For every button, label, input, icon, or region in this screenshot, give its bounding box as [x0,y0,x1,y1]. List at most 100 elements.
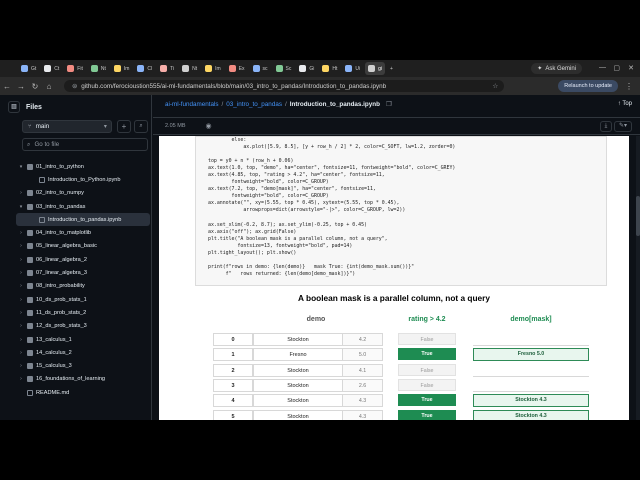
tree-file[interactable]: README.md [16,386,150,399]
tree-folder[interactable]: › 15_calculus_3 [16,359,150,372]
breadcrumb-repo[interactable]: ai-ml-fundamentals [165,101,219,108]
rating-cell: 5.0 [343,348,383,362]
tree-folder[interactable]: ▾ 03_intro_to_pandas [16,200,150,213]
browser-tab[interactable]: Ex [226,62,248,75]
tree-folder[interactable]: › 14_calculus_2 [16,346,150,359]
tab-label: Gt [31,65,37,72]
new-tab-button[interactable]: + [387,62,396,75]
browser-tab[interactable]: Fit [64,62,86,75]
branch-name: main [35,123,50,130]
tab-label: Cl [147,65,153,72]
browser-tab[interactable]: Im [111,62,133,75]
mask-flag-cell: False [398,333,456,345]
browser-tab[interactable]: Ti [157,62,177,75]
column-header-demo: demo [306,316,326,323]
chevron-right-icon: › [20,309,22,316]
browser-tab[interactable]: sc [250,62,271,75]
ask-gemini-label: Ask Gemini [545,65,576,72]
folder-icon [27,230,33,237]
tree-folder[interactable]: ▾ 01_intro_to_python [16,160,150,173]
branch-selector[interactable]: ⑂ main ▾ [22,120,112,133]
scrollbar[interactable] [636,136,640,420]
home-icon[interactable]: ⌂ [42,82,56,91]
rating-cell: 4.1 [343,363,383,377]
browser-tab[interactable]: Gi [296,62,317,75]
tab-favicon-icon [67,65,75,72]
add-file-button[interactable]: + [117,120,131,133]
tree-item-label: Introduction_to_pandas.ipynb [48,216,122,223]
forward-icon[interactable]: → [14,82,28,91]
go-to-file-input[interactable]: ⌕ Go to file [22,138,148,151]
code-line: ax.axis("off"); ax.grid(False) [208,228,297,235]
bookmark-star-icon[interactable]: ☆ [492,83,498,90]
browser-tab[interactable]: Cl [134,62,155,75]
browser-tab[interactable]: Im [202,62,224,75]
close-window-icon[interactable]: ✕ [628,64,634,72]
tab-label: Im [215,65,221,72]
tree-folder[interactable]: › 08_intro_probability [16,280,150,293]
row-index: 2 [213,363,253,377]
breadcrumb-file: Introduction_to_pandas.ipynb [289,101,380,108]
city-cell: Stockton [253,409,343,420]
chevron-right-icon: › [20,230,22,237]
copilot-icon[interactable]: ◉ [205,122,211,130]
code-text: else: ax.plot([5.9, 8.5], [y + row_h / 2… [196,137,606,278]
maximize-icon[interactable]: ▢ [613,64,620,72]
breadcrumb-folder[interactable]: 03_intro_to_pandas [226,101,282,108]
browser-tab[interactable]: gi [365,62,386,75]
tree-file[interactable]: Introduction_to_Python.ipynb [16,173,150,186]
row-index: 0 [213,333,253,346]
chevron-right-icon: › [20,349,22,356]
download-icon[interactable]: ⤓ [600,121,612,132]
copy-path-icon[interactable]: ❐ [386,101,392,108]
edit-pencil-icon[interactable]: ✎▾ [614,121,632,132]
relaunch-button[interactable]: Relaunch to update [558,80,618,92]
tree-folder[interactable]: › 16_foundations_of_learning [16,373,150,386]
back-icon[interactable]: ← [0,82,14,91]
tree-folder[interactable]: › 13_calculus_1 [16,333,150,346]
tree-folder[interactable]: › 07_linear_algebra_3 [16,266,150,279]
tab-favicon-icon [228,65,236,72]
column-header-rating: rating > 4.2 [408,316,446,323]
kebab-menu-icon[interactable]: ⋮ [622,82,636,91]
search-icon[interactable]: ⌕ [134,120,148,133]
tree-folder[interactable]: › 11_ds_prob_stats_2 [16,306,150,319]
address-bar[interactable]: ⊜ github.com/ferocioustion555/ai-ml-fund… [64,80,504,92]
scrollbar-thumb[interactable] [636,196,640,236]
tree-folder[interactable]: › 10_ds_prob_stats_1 [16,293,150,306]
browser-tab[interactable]: Ht [319,62,340,75]
files-title: Files [26,103,42,111]
arrow-up-icon: ↑ [617,101,621,107]
ask-gemini-button[interactable]: ✦ Ask Gemini [531,63,582,74]
browser-tab[interactable]: Nt [179,62,200,75]
browser-tab[interactable]: Sc [273,62,295,75]
tab-favicon-icon [252,65,260,72]
tab-favicon-icon [44,65,52,72]
tab-favicon-icon [299,65,307,72]
reload-icon[interactable]: ↻ [28,82,42,91]
browser-tab[interactable]: Ui [342,62,363,75]
minimize-icon[interactable]: — [599,64,606,71]
tree-folder[interactable]: › 02_intro_to_numpy [16,187,150,200]
browser-tab[interactable]: Nt [88,62,109,75]
tree-folder[interactable]: › 06_linear_algebra_2 [16,253,150,266]
code-line: fontweight="bold", color=C_GROUP) [208,179,329,186]
code-line: ax.text(1.0, top, "demo", ha="center", f… [208,165,456,172]
chevron-right-icon: › [20,336,22,343]
code-line: fontsize=13, fontweight="bold", pad=14) [208,242,353,249]
tree-folder[interactable]: › 04_intro_to_matplotlib [16,226,150,239]
tree-folder[interactable]: › 12_ds_prob_stats_3 [16,320,150,333]
tab-favicon-icon [205,65,213,72]
screen-frame: Gt Ct Fit Nt Im Cl Ti Nt Im Ex sc Sc Gi Ht Ui gi + ✦ As… [0,60,640,420]
file-icon [39,216,45,223]
tree-file[interactable]: Introduction_to_pandas.ipynb [16,213,150,227]
browser-tab[interactable]: Ct [41,62,62,75]
tab-favicon-icon [345,65,353,72]
chevron-down-icon: ▾ [103,123,107,130]
top-button[interactable]: ↑ Top [618,101,632,107]
tree-folder[interactable]: › 05_linear_algebra_basic [16,240,150,253]
browser-tab[interactable]: Gt [18,62,39,75]
mask-flag-cell: True [398,409,456,420]
sidebar-toggle-icon[interactable]: ▥ [8,101,20,113]
code-line: print(f"rows in demo: {len(demo)} mask T… [208,263,415,270]
